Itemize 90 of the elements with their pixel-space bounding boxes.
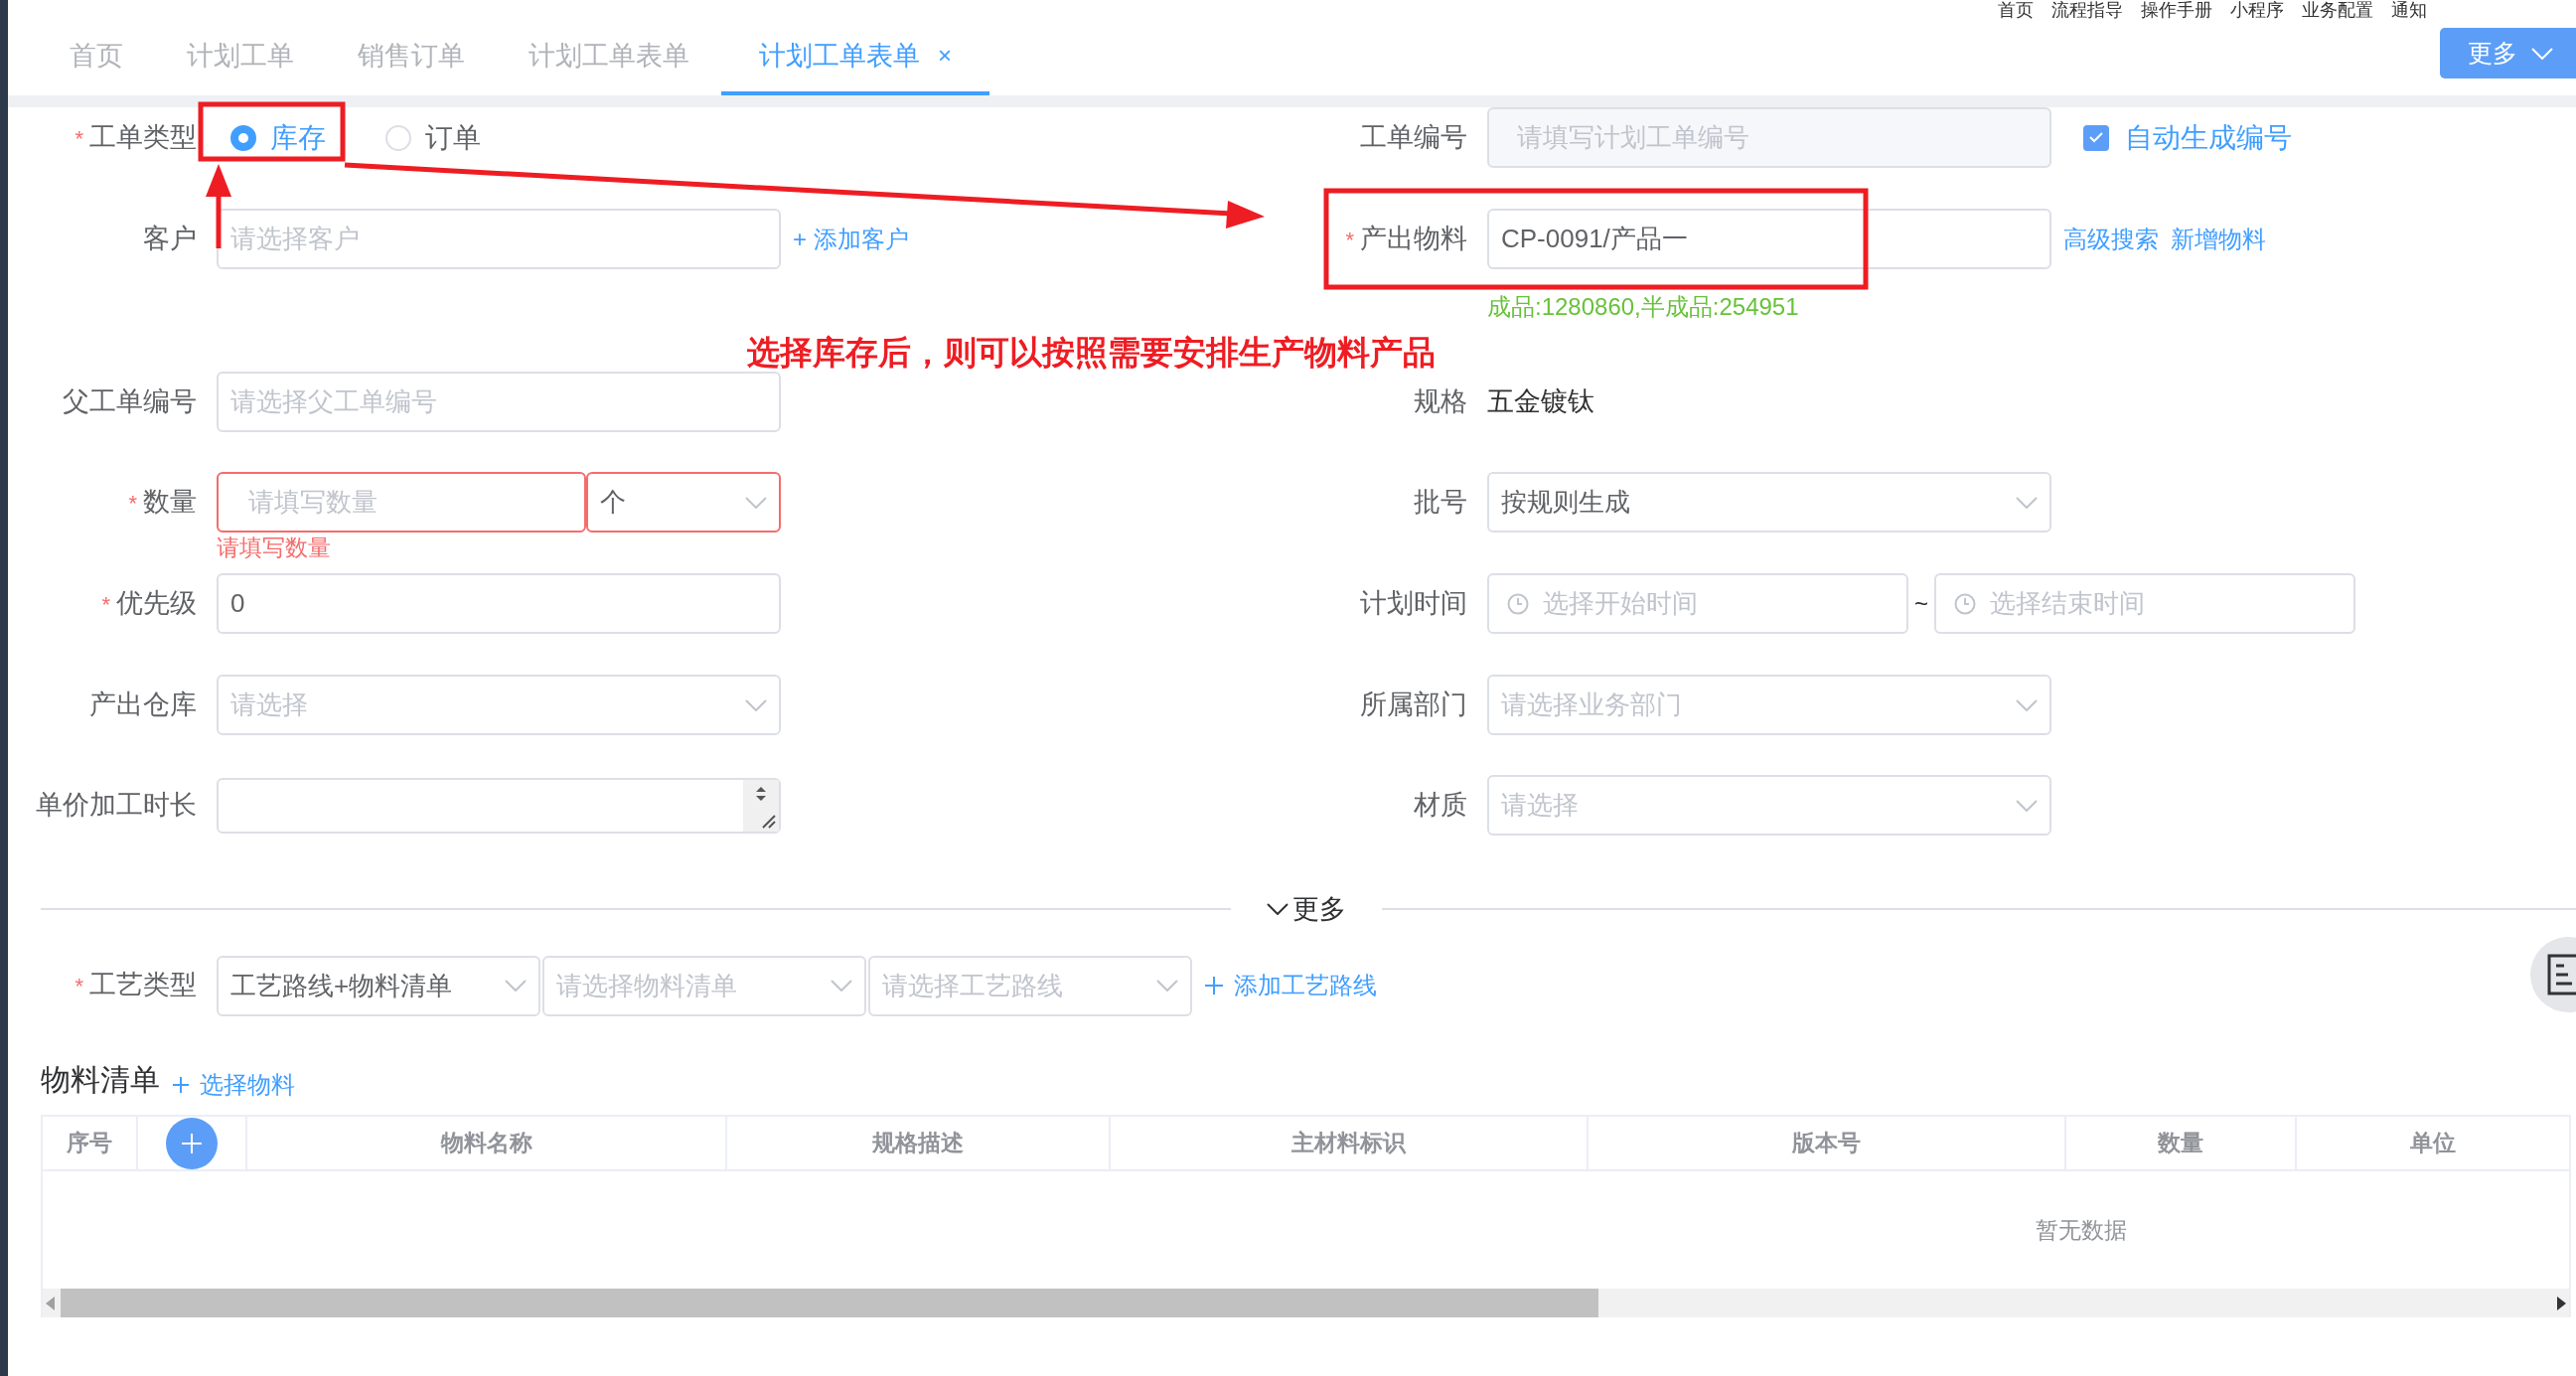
section-title: 物料清单 <box>41 1062 160 1098</box>
chevron-down-icon <box>745 496 767 509</box>
add-route-link[interactable]: 添加工艺路线 <box>1204 970 1377 1001</box>
column-header: 版本号 <box>1589 1117 2066 1169</box>
required-mark: * <box>128 491 137 516</box>
select-field[interactable]: 工艺路线+物料清单 <box>217 955 540 1016</box>
date-field[interactable]: 选择开始时间 <box>1487 573 1908 634</box>
spinner-resize-icon <box>743 780 779 832</box>
header-link[interactable]: 通知 <box>2391 0 2427 20</box>
chevron-down-icon <box>831 980 852 992</box>
field-label: 产出仓库 <box>89 689 197 719</box>
field-label: 数量 <box>143 487 197 517</box>
date-field[interactable]: 选择结束时间 <box>1934 573 2355 634</box>
select-field[interactable]: 请选择工艺路线 <box>868 955 1192 1016</box>
chevron-down-icon <box>2016 799 2038 812</box>
select-field[interactable]: 请选择物料清单 <box>542 955 866 1016</box>
radio-option[interactable]: 库存 <box>217 107 326 168</box>
header-link[interactable]: 流程指导 <box>2051 0 2123 20</box>
select-field[interactable]: 按规则生成 <box>1487 472 2051 533</box>
plus-icon <box>1204 976 1224 995</box>
field-label: 父工单编号 <box>63 386 197 416</box>
link[interactable]: + 添加客户 <box>793 223 909 255</box>
chevron-down-icon <box>1156 980 1178 992</box>
scrollbar-thumb[interactable] <box>61 1289 1598 1317</box>
horizontal-scrollbar[interactable] <box>43 1289 2569 1317</box>
tab[interactable]: 首页 <box>38 20 155 95</box>
chevron-down-icon <box>2016 698 2038 711</box>
field-value: 五金镀钛 <box>1487 385 1594 418</box>
chevron-down-icon <box>1267 903 1288 915</box>
field-label: 批号 <box>1414 487 1467 517</box>
link[interactable]: 新增物料 <box>2171 223 2266 255</box>
close-icon[interactable]: × <box>938 42 952 70</box>
field-label: 工艺类型 <box>89 970 197 999</box>
header-link[interactable]: 首页 <box>1998 0 2034 20</box>
add-row-button[interactable] <box>166 1117 218 1169</box>
required-mark: * <box>1345 228 1354 252</box>
more-button[interactable]: 更多 <box>2440 28 2576 78</box>
required-mark: * <box>75 974 83 998</box>
clock-icon <box>1507 592 1529 615</box>
field-label: 优先级 <box>116 588 197 618</box>
select-field[interactable]: 请选择 <box>1487 775 2051 836</box>
select-material-link[interactable]: 选择物料 <box>172 1069 295 1101</box>
check-icon <box>2089 132 2103 143</box>
column-header: 规格描述 <box>727 1117 1111 1169</box>
tab[interactable]: 计划工单表单 × <box>721 20 989 95</box>
field-label: 计划时间 <box>1360 588 1467 618</box>
error-message: 请填写数量 <box>217 534 332 562</box>
select-field[interactable]: 个 <box>586 472 781 533</box>
tab[interactable]: 销售订单 <box>326 20 497 95</box>
stock-note: 成品:1280860,半成品:254951 <box>1487 292 1799 322</box>
chevron-down-icon <box>2016 496 2038 509</box>
column-header: 单位 <box>2409 1129 2457 1157</box>
field-label: 材质 <box>1414 790 1467 820</box>
field-label: 单价加工时长 <box>36 790 197 820</box>
input-field[interactable]: 请选择父工单编号 <box>217 372 781 432</box>
header-link[interactable]: 小程序 <box>2230 0 2284 20</box>
chevron-down-icon <box>2531 47 2553 60</box>
annotation-text: 选择库存后，则可以按照需要安排生产物料产品 <box>747 335 1436 371</box>
range-separator: ~ <box>1914 589 1928 618</box>
field-label: 产出物料 <box>1360 224 1467 253</box>
field-label: 工单编号 <box>1360 122 1467 152</box>
header-link[interactable]: 操作手册 <box>2141 0 2212 20</box>
chevron-down-icon <box>745 698 767 711</box>
header-link[interactable]: 业务配置 <box>2302 0 2373 20</box>
input-field[interactable]: 请填写数量 <box>217 472 586 533</box>
clock-icon <box>1954 592 1976 615</box>
input-field[interactable]: 0 <box>217 573 781 634</box>
more-toggle[interactable]: 更多 <box>1231 891 1382 927</box>
column-header: 物料名称 <box>247 1117 727 1169</box>
field-label: 客户 <box>143 224 197 253</box>
number-field[interactable] <box>217 778 781 834</box>
field-label: 所属部门 <box>1360 689 1467 719</box>
select-field[interactable]: 请选择 <box>217 675 781 735</box>
input-field[interactable]: 请选择客户 <box>217 209 781 269</box>
required-mark: * <box>75 126 83 151</box>
tab[interactable]: 计划工单表单 <box>497 20 721 95</box>
link[interactable]: 高级搜索 <box>2063 223 2159 255</box>
chevron-down-icon <box>505 980 527 992</box>
required-mark: * <box>101 592 110 617</box>
column-header: 序号 <box>43 1117 138 1169</box>
select-field[interactable]: 请选择业务部门 <box>1487 675 2051 735</box>
tab[interactable]: 计划工单 <box>155 20 326 95</box>
radio-option[interactable]: 订单 <box>372 107 481 168</box>
field-label: 工单类型 <box>89 122 197 152</box>
plus-icon <box>172 1076 190 1094</box>
input-field[interactable]: CP-0091/产品一 <box>1487 209 2051 269</box>
plus-icon <box>181 1132 203 1154</box>
column-header: 数量 <box>2066 1117 2297 1169</box>
field-label: 规格 <box>1414 386 1467 416</box>
column-header: 主材料标识 <box>1111 1117 1589 1169</box>
